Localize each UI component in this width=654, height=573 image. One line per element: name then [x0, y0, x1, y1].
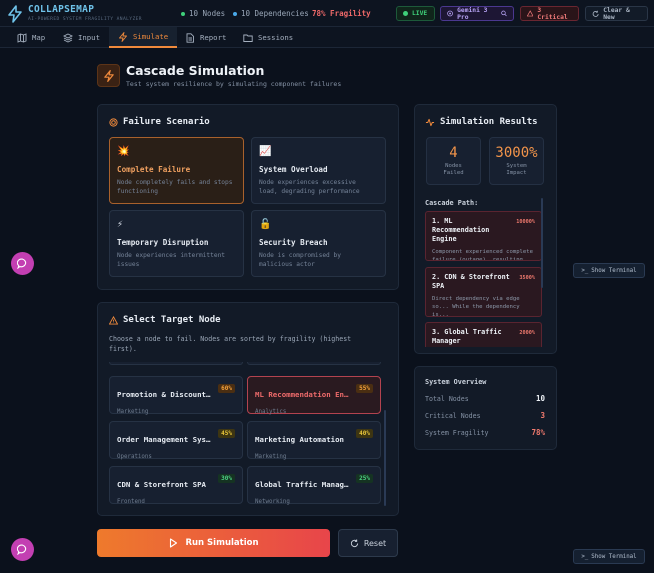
node-card-ml-recommendation[interactable]: ML Recommendation Engine 55% Analytics: [247, 376, 381, 415]
scenario-system-overload[interactable]: 📈 System Overload Node experiences exces…: [251, 137, 386, 204]
scenario-complete-failure[interactable]: 💥 Complete Failure Node completely fails…: [109, 137, 244, 204]
lightning-emoji-icon: ⚡: [117, 219, 124, 230]
model-selector-button[interactable]: Gemini 3 Pro: [440, 6, 514, 21]
chat-icon: [17, 544, 27, 555]
brand: COLLAPSEMAP AI-POWERED SYSTEM FRAGILITY …: [28, 4, 142, 22]
fragility-badge: 55%: [356, 384, 373, 393]
cascade-scrollbar[interactable]: [541, 198, 543, 288]
clear-new-button[interactable]: Clear & New: [585, 6, 648, 21]
map-icon: [17, 32, 27, 43]
explosion-icon: 💥: [117, 146, 130, 157]
folder-icon: [243, 34, 253, 42]
total-nodes-row: Total Nodes 10: [425, 394, 545, 403]
system-impact-stat: 3000% System Impact: [489, 137, 544, 185]
fragility-badge: 60%: [218, 384, 235, 393]
layers-icon: [63, 32, 73, 43]
refresh-icon: [350, 539, 358, 547]
simulate-page-icon: [97, 64, 120, 87]
tab-input[interactable]: Input: [54, 27, 109, 48]
tab-sessions[interactable]: Sessions: [234, 27, 302, 48]
cascade-path-label: Cascade Path:: [425, 199, 479, 207]
target-node-hint: Choose a node to fail. Nodes are sorted …: [109, 335, 352, 353]
chat-button[interactable]: [11, 538, 34, 561]
fragility-stat: 78% Fragility: [312, 9, 371, 18]
nodes-failed-stat: 4 Nodes Failed: [426, 137, 481, 185]
app-name: COLLAPSEMAP: [28, 4, 95, 15]
lightning-icon: [103, 69, 114, 82]
app-header: COLLAPSEMAP AI-POWERED SYSTEM FRAGILITY …: [0, 0, 654, 27]
simulation-results-heading: Simulation Results: [425, 117, 538, 127]
page-subtitle: Test system resilience by simulating com…: [126, 80, 342, 88]
tab-simulate[interactable]: Simulate: [109, 27, 178, 48]
scenario-temporary-disruption[interactable]: ⚡ Temporary Disruption Node experiences …: [109, 210, 244, 277]
unlock-icon: 🔓: [259, 219, 272, 230]
system-fragility-row: System Fragility 78%: [425, 428, 545, 437]
node-card-promotion[interactable]: Promotion & Discount Engine 60% Marketin…: [109, 376, 243, 415]
show-terminal-button[interactable]: >_ Show Terminal: [573, 549, 645, 564]
fragility-badge: 30%: [218, 474, 235, 483]
play-icon: [170, 538, 178, 548]
lightning-icon: [119, 31, 127, 42]
cascade-item[interactable]: 3. Global Traffic Manager 2000%: [425, 322, 542, 347]
target-icon: [447, 10, 453, 17]
critical-nodes-row: Critical Nodes 3: [425, 411, 545, 420]
live-dot-icon: [403, 11, 408, 16]
refresh-icon: [592, 10, 599, 17]
search-icon: [501, 10, 507, 17]
nodes-stat: 10 Nodes: [181, 9, 225, 18]
show-terminal-button[interactable]: >_ Show Terminal: [573, 263, 645, 278]
dependencies-stat: 10 Dependencies: [233, 9, 309, 18]
system-overview-heading: System Overview: [425, 378, 487, 386]
chat-icon: [17, 258, 27, 269]
node-list-scrollbar[interactable]: [384, 410, 386, 506]
cascade-list[interactable]: 1. ML Recommendation Engine 10000% Compo…: [425, 211, 546, 347]
tab-map[interactable]: Map: [8, 27, 54, 48]
chart-up-icon: 📈: [259, 146, 272, 157]
tab-report[interactable]: Report: [176, 27, 235, 48]
target-node-heading: Select Target Node: [109, 315, 221, 325]
target-icon: [109, 117, 118, 127]
lightning-logo-icon: [8, 5, 22, 23]
cascade-item[interactable]: 2. CDN & Storefront SPA 3500% Direct dep…: [425, 267, 542, 317]
chat-button[interactable]: [11, 252, 34, 275]
fragility-badge: 45%: [218, 429, 235, 438]
activity-icon: [425, 118, 435, 126]
app-subtitle: AI-POWERED SYSTEM FRAGILITY ANALYZER: [28, 17, 142, 22]
fragility-badge: 40%: [356, 429, 373, 438]
reset-button[interactable]: Reset: [338, 529, 398, 557]
run-simulation-button[interactable]: Run Simulation: [97, 529, 330, 557]
terminal-icon: >_: [581, 553, 589, 560]
blue-dot-icon: [233, 11, 237, 16]
warning-icon: [527, 10, 534, 17]
node-card-marketing-automation[interactable]: Marketing Automation 40% Marketing: [247, 421, 381, 460]
green-dot-icon: [181, 11, 185, 16]
node-card-cdn-storefront[interactable]: CDN & Storefront SPA 30% Frontend: [109, 466, 243, 505]
cascade-item[interactable]: 1. ML Recommendation Engine 10000% Compo…: [425, 211, 542, 261]
list-item-clipped: [247, 362, 381, 365]
scenario-security-breach[interactable]: 🔓 Security Breach Node is compromised by…: [251, 210, 386, 277]
fragility-badge: 25%: [356, 474, 373, 483]
critical-count-badge[interactable]: 3 Critical: [520, 6, 579, 21]
warning-icon: [109, 315, 118, 325]
node-card-order-management[interactable]: Order Management System 45% Operations: [109, 421, 243, 460]
live-badge: LIVE: [396, 6, 435, 21]
document-icon: [186, 32, 194, 43]
page-title: Cascade Simulation: [126, 63, 265, 78]
list-item-clipped: [109, 362, 243, 365]
terminal-icon: >_: [581, 267, 589, 274]
node-card-global-traffic[interactable]: Global Traffic Manager 25% Networking: [247, 466, 381, 505]
main-tabs: Map Input Simulate Report Sessions: [0, 27, 654, 48]
failure-scenario-heading: Failure Scenario: [109, 117, 210, 127]
